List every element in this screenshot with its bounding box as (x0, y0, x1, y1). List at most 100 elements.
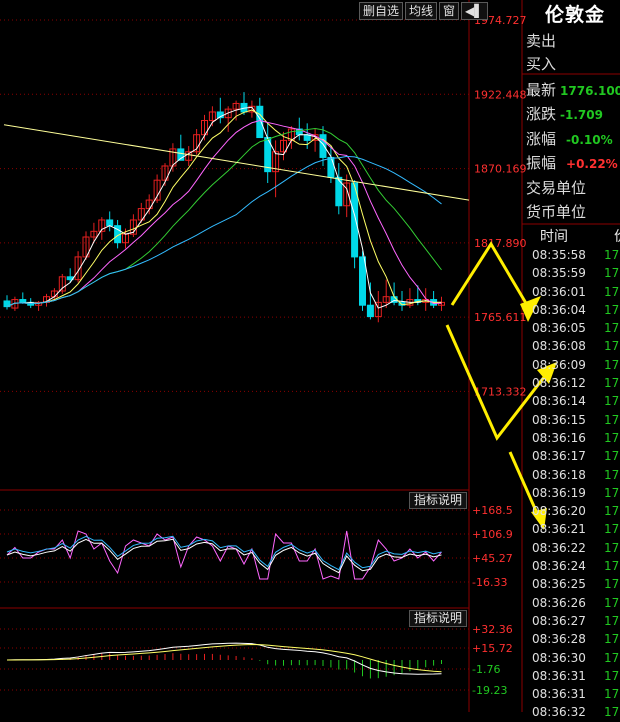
tick-time: 08:36:26 (532, 595, 586, 610)
tick-row: 08:36:18 177 (524, 466, 620, 484)
macd-axis-label: -1.76 (472, 663, 500, 676)
tick-price: 177 (604, 357, 620, 372)
tick-price: 177 (604, 650, 620, 665)
sell-label: 卖出 (526, 32, 557, 50)
tick-time: 08:36:28 (532, 632, 586, 647)
tick-price: 177 (604, 394, 620, 409)
tick-row: 08:36:27 177 (524, 612, 620, 630)
buy-row: 买入 (526, 53, 556, 74)
currency-unit-row: 货币单位 (526, 201, 586, 222)
annotation-arrow (450, 241, 532, 311)
rsi-axis-label: +45.27 (472, 552, 513, 565)
tick-time: 08:36:31 (532, 668, 586, 683)
chart-toolbar: 删自选 均线 窗 ◀▌ (359, 2, 488, 20)
tick-time: 08:36:15 (532, 412, 586, 427)
tick-time: 08:36:27 (532, 613, 586, 628)
tick-row: 08:36:20 177 (524, 502, 620, 520)
remove-watchlist-button[interactable]: 删自选 (359, 2, 404, 20)
change-label: 涨跌 (526, 105, 557, 123)
rsi-axis-label: +106.9 (472, 528, 513, 541)
rsi-axis-label: -16.33 (472, 576, 507, 589)
tick-price: 177 (604, 449, 620, 464)
tick-price: 177 (604, 248, 620, 262)
tick-price: 177 (604, 687, 620, 702)
tick-row: 08:36:12 177 (524, 374, 620, 392)
last-row: 最新 1776.100 (526, 79, 620, 100)
tick-price: 177 (604, 485, 620, 500)
tick-time: 08:36:04 (532, 302, 586, 317)
trade-unit-row: 交易单位 (526, 177, 586, 198)
tick-row: 08:36:31 177 (524, 667, 620, 685)
tick-time: 08:36:31 (532, 687, 586, 702)
tick-row: 08:36:31 177 (524, 685, 620, 703)
tick-price: 177 (604, 266, 620, 281)
tick-price: 177 (604, 339, 620, 354)
last-label: 最新 (526, 81, 557, 99)
rsi-indicator-help-button[interactable]: 指标说明 (409, 492, 468, 509)
tick-price: 177 (604, 321, 620, 336)
tick-row: 08:36:21 177 (524, 520, 620, 538)
tick-time: 08:36:12 (532, 376, 586, 391)
amplitude-value: +0.22% (566, 157, 618, 171)
tick-row: 08:35:59 177 (524, 264, 620, 282)
tick-time: 08:36:19 (532, 485, 586, 500)
tick-row: 08:36:28 177 (524, 630, 620, 648)
tick-time: 08:36:14 (532, 394, 586, 409)
last-value: 1776.100 (560, 84, 620, 98)
trend-line (3, 124, 470, 201)
tick-price: 177 (604, 412, 620, 427)
tick-time: 08:36:30 (532, 650, 586, 665)
tick-list[interactable]: 08:35:5817708:35:5917708:36:0117708:36:0… (524, 246, 620, 722)
candle-body (19, 299, 27, 303)
tick-time: 08:36:21 (532, 522, 586, 537)
window-button[interactable]: 窗 (439, 2, 460, 20)
candle-body (359, 256, 366, 306)
candle-body (335, 176, 343, 207)
change-pct-row: 涨幅 -0.10% (526, 128, 613, 149)
tick-row: 08:36:17 177 (524, 447, 620, 465)
price-axis-label: 1765.611 (474, 311, 527, 324)
moving-average-button[interactable]: 均线 (405, 2, 438, 20)
tick-row: 08:36:04 177 (524, 301, 620, 319)
arrow-left-bar-icon[interactable]: ◀▌ (461, 2, 488, 20)
sell-row: 卖出 (526, 30, 556, 51)
tick-row: 08:36:22 177 (524, 539, 620, 557)
tick-price: 177 (604, 467, 620, 482)
tick-row: 08:35:58 177 (524, 246, 620, 264)
change-pct-value: -0.10% (566, 133, 613, 147)
tick-row: 08:36:26 177 (524, 594, 620, 612)
candle-body (256, 105, 264, 139)
rsi-axis-label: +168.5 (472, 504, 513, 517)
tick-price: 177 (604, 302, 620, 317)
tick-row: 08:36:08 177 (524, 337, 620, 355)
tick-row: 08:36:16 177 (524, 429, 620, 447)
tick-row: 08:36:15 177 (524, 411, 620, 429)
tick-price: 177 (604, 595, 620, 610)
price-header: 价 (614, 226, 620, 246)
tick-time: 08:36:08 (532, 339, 586, 354)
tick-row: 08:36:01 177 (524, 283, 620, 301)
buy-label: 买入 (526, 55, 557, 73)
instrument-title: 伦敦金 (545, 4, 606, 26)
tick-price: 177 (604, 284, 620, 299)
macd-indicator-help-button[interactable]: 指标说明 (409, 610, 468, 627)
price-axis-label: 1922.448 (474, 88, 527, 101)
tick-row: 08:36:25 177 (524, 575, 620, 593)
tick-price: 177 (604, 430, 620, 445)
price-axis-label: 1713.332 (474, 385, 527, 398)
tick-row: 08:36:24 177 (524, 557, 620, 575)
tick-price: 177 (604, 705, 620, 720)
macd-axis-label: +15.72 (472, 642, 513, 655)
tick-time: 08:36:20 (532, 504, 586, 519)
candle-body (319, 134, 327, 158)
tick-time: 08:36:16 (532, 430, 586, 445)
rsi-signal-line (6, 538, 442, 574)
tick-price: 177 (604, 376, 620, 391)
candle-body (366, 304, 374, 318)
amplitude-label: 振幅 (526, 154, 557, 172)
candle-body (327, 156, 335, 178)
tick-time: 08:35:59 (532, 266, 586, 281)
price-axis-label: 1870.169 (474, 163, 527, 176)
change-row: 涨跌 -1.709 (526, 103, 603, 124)
currency-unit-label: 货币单位 (526, 203, 587, 221)
